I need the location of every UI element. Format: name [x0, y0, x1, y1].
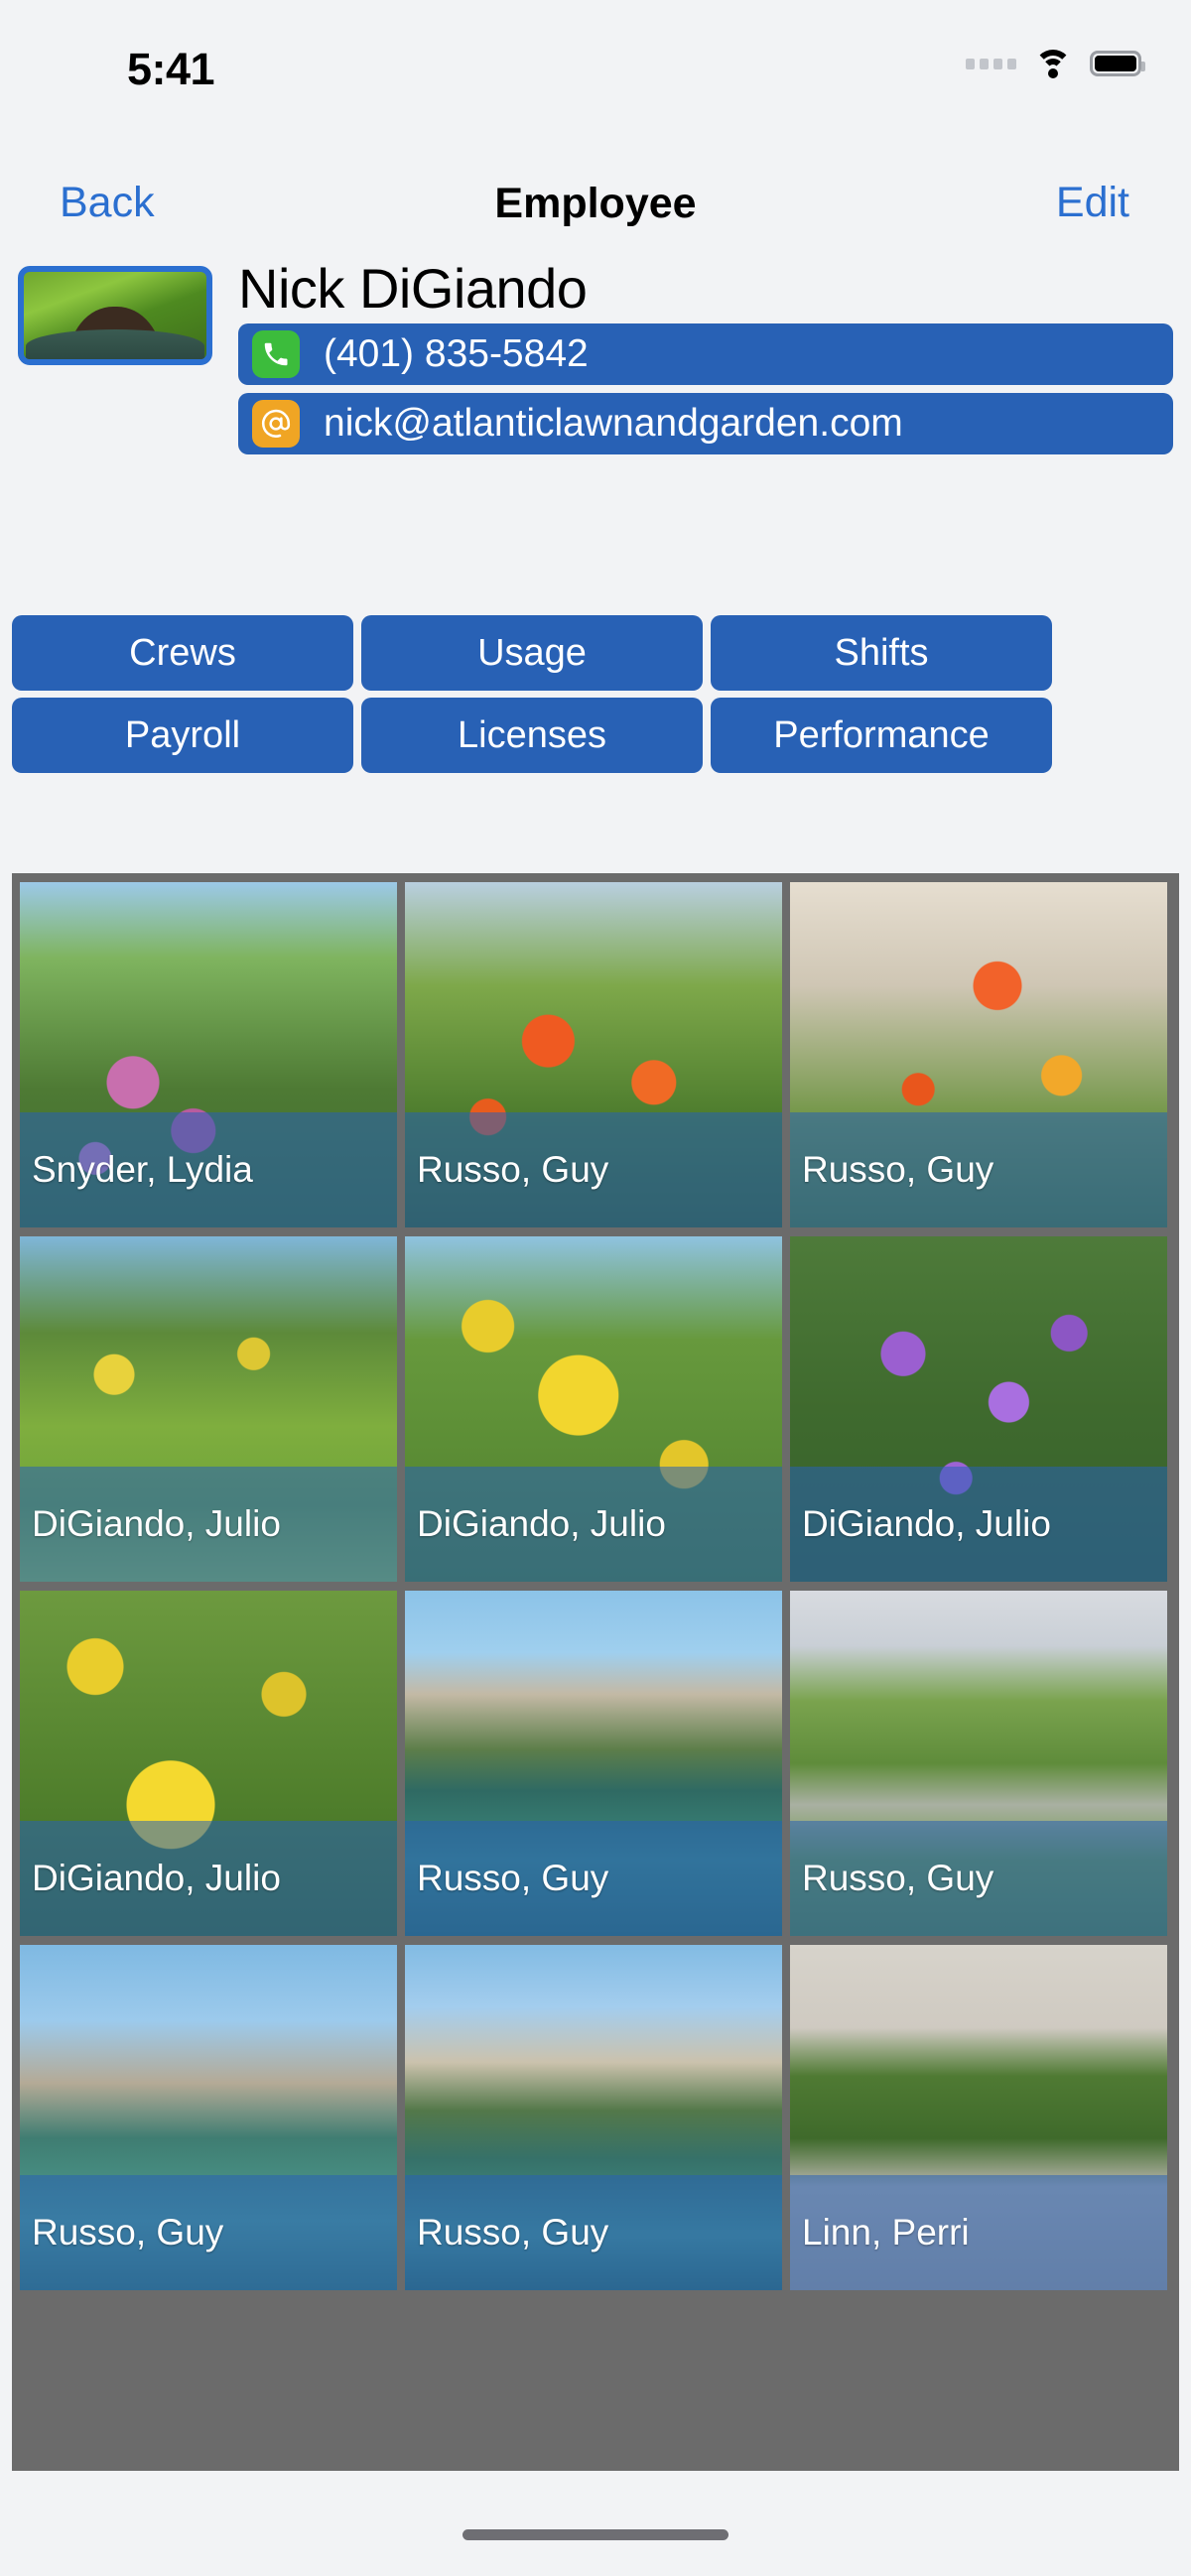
photo-cell[interactable]: Russo, Guy: [790, 1591, 1167, 1936]
photo-caption-bar: Russo, Guy: [405, 1821, 782, 1936]
photo-caption: Snyder, Lydia: [32, 1149, 253, 1190]
home-indicator[interactable]: [463, 2529, 728, 2540]
page-title: Employee: [494, 180, 697, 227]
avatar-shirt: [26, 329, 204, 359]
photo-caption: Russo, Guy: [417, 1149, 609, 1190]
photo-gallery[interactable]: Snyder, Lydia Russo, Guy Russo, Guy DiGiand…: [12, 873, 1179, 2471]
photo-caption: DiGiando, Julio: [32, 1503, 281, 1544]
edit-button[interactable]: Edit: [1056, 179, 1129, 227]
photo-caption: Linn, Perri: [802, 2212, 970, 2253]
licenses-button[interactable]: Licenses: [361, 698, 703, 773]
usage-button[interactable]: Usage: [361, 615, 703, 691]
cellular-dots-icon: [966, 58, 1016, 69]
photo-caption-bar: Russo, Guy: [790, 1821, 1167, 1936]
photo-cell[interactable]: Russo, Guy: [405, 1945, 782, 2290]
photo-caption-bar: DiGiando, Julio: [20, 1467, 397, 1582]
status-bar: 5:41: [0, 0, 1191, 109]
employee-name: Nick DiGiando: [238, 257, 588, 320]
photo-cell[interactable]: DiGiando, Julio: [20, 1236, 397, 1582]
photo-caption-bar: Russo, Guy: [405, 1112, 782, 1227]
photo-cell[interactable]: Snyder, Lydia: [20, 882, 397, 1227]
photo-caption: Russo, Guy: [802, 1858, 994, 1898]
photo-caption-bar: DiGiando, Julio: [20, 1821, 397, 1936]
status-bar-time: 5:41: [127, 44, 215, 94]
photo-caption-bar: DiGiando, Julio: [405, 1467, 782, 1582]
phone-button[interactable]: (401) 835-5842: [238, 323, 1173, 385]
photo-cell[interactable]: DiGiando, Julio: [20, 1591, 397, 1936]
performance-button[interactable]: Performance: [711, 698, 1052, 773]
at-sign-icon: [252, 400, 300, 448]
photo-caption-bar: Russo, Guy: [405, 2175, 782, 2290]
status-bar-icons: [966, 50, 1145, 78]
phone-icon: [252, 330, 300, 378]
photo-caption: DiGiando, Julio: [802, 1503, 1051, 1544]
photo-caption: DiGiando, Julio: [417, 1503, 666, 1544]
avatar[interactable]: [18, 266, 212, 365]
shifts-button[interactable]: Shifts: [711, 615, 1052, 691]
photo-caption: Russo, Guy: [32, 2212, 224, 2253]
action-button-grid: Crews Usage Shifts Payroll Licenses Perf…: [12, 615, 1179, 773]
photo-caption: Russo, Guy: [802, 1149, 994, 1190]
phone-number: (401) 835-5842: [324, 332, 589, 375]
battery-icon: [1090, 51, 1145, 76]
photo-caption: Russo, Guy: [417, 2212, 609, 2253]
photo-caption: Russo, Guy: [417, 1858, 609, 1898]
photo-caption: DiGiando, Julio: [32, 1858, 281, 1898]
photo-cell[interactable]: DiGiando, Julio: [790, 1236, 1167, 1582]
payroll-button[interactable]: Payroll: [12, 698, 353, 773]
wifi-icon: [1034, 50, 1072, 78]
photo-cell[interactable]: Russo, Guy: [405, 1591, 782, 1936]
photo-grid: Snyder, Lydia Russo, Guy Russo, Guy DiGiand…: [20, 882, 1171, 2290]
phone-screen: 5:41 Back Employee Edit Nick DiGiando (4…: [0, 0, 1191, 2576]
photo-caption-bar: Russo, Guy: [20, 2175, 397, 2290]
email-button[interactable]: nick@atlanticlawnandgarden.com: [238, 393, 1173, 454]
photo-cell[interactable]: DiGiando, Julio: [405, 1236, 782, 1582]
photo-caption-bar: DiGiando, Julio: [790, 1467, 1167, 1582]
crews-button[interactable]: Crews: [12, 615, 353, 691]
employee-profile-header: Nick DiGiando (401) 835-5842 nick@atlant…: [18, 257, 1173, 454]
photo-cell[interactable]: Russo, Guy: [405, 882, 782, 1227]
photo-caption-bar: Russo, Guy: [790, 1112, 1167, 1227]
photo-caption-bar: Linn, Perri: [790, 2175, 1167, 2290]
navigation-bar: Back Employee Edit: [0, 164, 1191, 253]
photo-cell[interactable]: Russo, Guy: [20, 1945, 397, 2290]
photo-cell[interactable]: Linn, Perri: [790, 1945, 1167, 2290]
photo-cell[interactable]: Russo, Guy: [790, 882, 1167, 1227]
email-address: nick@atlanticlawnandgarden.com: [324, 402, 903, 445]
photo-caption-bar: Snyder, Lydia: [20, 1112, 397, 1227]
